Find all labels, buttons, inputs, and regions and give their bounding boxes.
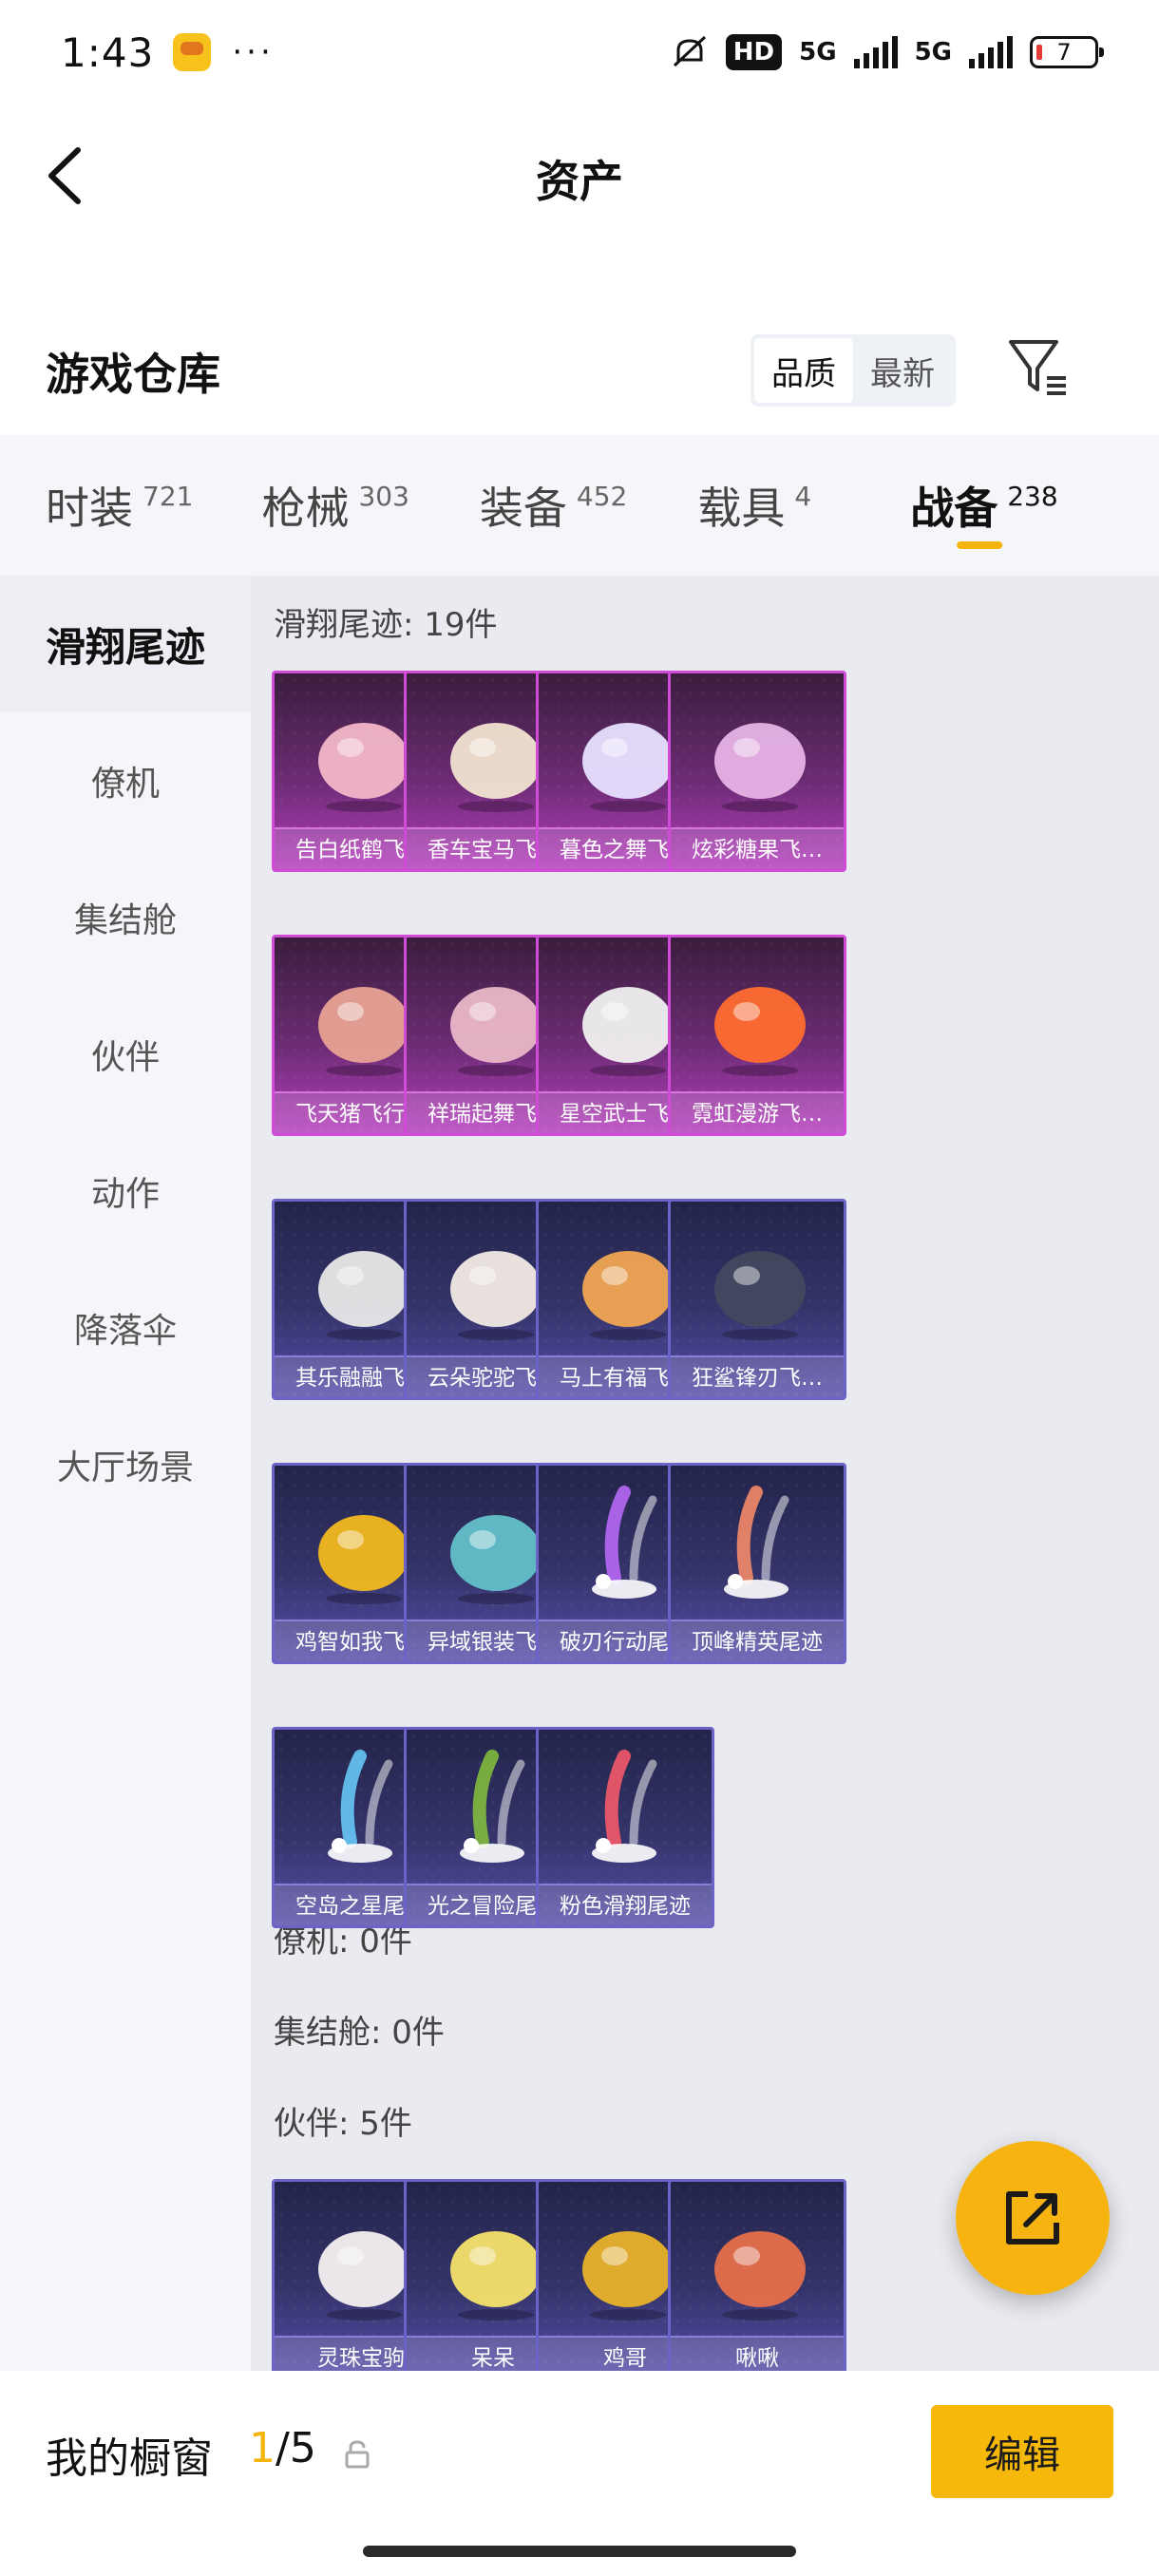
sort-by-quality[interactable]: 品质 [754,338,853,403]
item-art [724,1486,789,1599]
tab-count: 4 [794,480,812,512]
tab-count: 303 [358,480,409,512]
sidebar-item-emote[interactable]: 动作 [0,1123,251,1260]
share-icon [1006,2191,1059,2245]
item-name: 炫彩糖果飞… [671,827,844,869]
tab-label: 载具 [697,483,786,534]
showcase-bar: 我的橱窗 1/5 编辑 [0,2371,1159,2576]
item-card[interactable]: 狂鲨锋刃飞… [668,1199,846,1400]
page-header: 资产 [0,104,1159,247]
section-title-partner: 伙伴: 5件 [274,2105,412,2143]
sidebar-item-parachute[interactable]: 降落伞 [0,1260,251,1396]
tab-label: 装备 [479,483,567,534]
section-title-assembly-pod: 集结舱: 0件 [274,2014,445,2052]
sidebar-item-partner[interactable]: 伙伴 [0,986,251,1123]
sidebar: 滑翔尾迹 僚机 集结舱 伙伴 动作 降落伞 大厅场景 [0,576,251,2371]
home-indicator [363,2546,796,2557]
signal-strength-icon [853,36,898,68]
sidebar-item-assembly-pod[interactable]: 集结舱 [0,849,251,986]
warehouse-row: 游戏仓库 品质 最新 [0,323,1159,427]
app-notification-icon [173,33,212,71]
filter-button[interactable] [1005,332,1072,403]
tab-equipment[interactable]: 装备 452 [480,435,627,576]
page-title: 资产 [536,156,623,207]
tab-fashion[interactable]: 时装 721 [46,435,193,576]
showcase-current: 1 [249,2424,276,2472]
showcase-total: /5 [276,2424,316,2472]
item-grid-area: 滑翔尾迹: 19件 僚机: 0件 集结舱: 0件 伙伴: 5件 告白纸鹤飞…1级… [251,576,1159,2371]
item-art [714,723,806,812]
section-title-glide-trail: 滑翔尾迹: 19件 [274,606,498,644]
showcase-count: 1/5 [249,2424,316,2472]
item-name: 霓虹漫游飞… [671,1091,844,1133]
filter-icon [1009,340,1066,395]
signal-strength-icon-2 [969,36,1013,68]
item-name: 粉色滑翔尾迹 [539,1884,712,1925]
item-art [714,1251,806,1340]
lock-icon [345,2440,370,2469]
item-art [714,2231,806,2320]
more-notifications-icon: ··· [232,33,275,71]
sidebar-item-wingman[interactable]: 僚机 [0,712,251,849]
item-card[interactable]: 霓虹漫游飞… [668,935,846,1136]
item-art [592,1750,657,1863]
network-5g-label-1: 5G [799,38,837,66]
sidebar-item-glide-trail[interactable]: 滑翔尾迹 [0,576,251,712]
item-name: 顶峰精英尾迹 [671,1619,844,1661]
edit-button[interactable]: 编辑 [931,2405,1113,2498]
network-5g-label-2: 5G [914,38,952,66]
item-card[interactable]: 炫彩糖果飞… [668,671,846,872]
clock: 1:43 [61,28,155,76]
battery-icon: 7 [1030,36,1104,68]
showcase-label: 我的橱窗 [46,2434,213,2483]
sidebar-item-lobby-scene[interactable]: 大厅场景 [0,1396,251,1533]
tab-count: 721 [142,480,194,512]
active-tab-indicator [957,541,1003,549]
status-bar: 1:43 ··· HD 5G 5G 7 [0,0,1159,104]
item-art [714,987,806,1076]
tab-label: 时装 [46,483,133,534]
tab-battle-prep[interactable]: 战备 238 [910,435,1058,576]
sort-toggle: 品质 最新 [750,334,956,407]
category-tabs: 时装 721 枪械 303 装备 452 载具 4 战备 238 [0,435,1159,576]
item-card[interactable]: 粉色滑翔尾迹 [536,1727,714,1928]
warehouse-title: 游戏仓库 [46,349,220,400]
hd-voice-icon: HD [725,34,783,70]
item-name: 狂鲨锋刃飞… [671,1355,844,1397]
sort-by-newest[interactable]: 最新 [853,338,952,403]
item-name: 啾啾 [671,2336,844,2371]
tab-vehicles[interactable]: 载具 4 [697,435,811,576]
system-indicators: HD 5G 5G 7 [671,33,1104,71]
share-button[interactable] [956,2141,1110,2295]
tab-firearms[interactable]: 枪械 303 [261,435,408,576]
item-card[interactable]: 顶峰精英尾迹 [668,1463,846,1664]
tab-label: 战备 [910,483,998,534]
tab-count: 238 [1007,480,1058,512]
tab-label: 枪械 [261,483,350,534]
item-card[interactable]: 啾啾 [668,2179,846,2371]
mute-icon [673,35,706,67]
tab-count: 452 [576,480,628,512]
